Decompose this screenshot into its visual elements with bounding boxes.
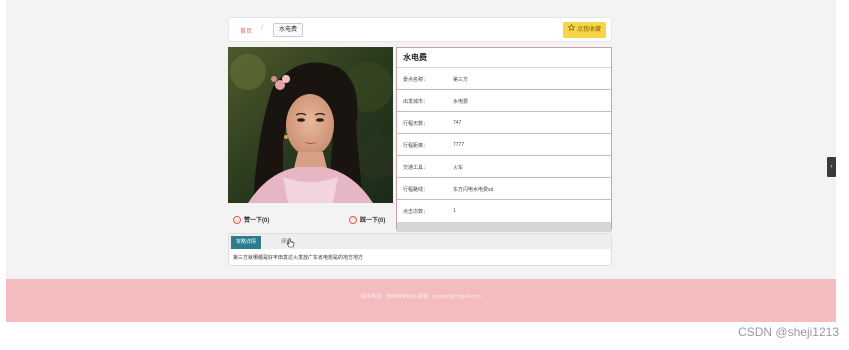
frown-icon: ◠ [349,215,357,224]
breadcrumb-home-link[interactable]: 首页 [240,26,252,35]
detail-label: 点击次数： [403,209,429,215]
breadcrumb-separator: / [261,25,263,31]
detail-label: 行程路线： [403,187,429,193]
watermark: CSDN @sheji1213 [738,325,839,339]
upvote-button[interactable]: ◡ 赞一下(0) [233,215,269,224]
detail-value: 东方闪电水电费sd [453,187,494,193]
star-icon [567,22,576,38]
detail-label: 出发城市： [403,99,429,105]
vote-bar: ◡ 赞一下(0) ◠ 踩一下(0) [228,211,393,230]
detail-title: 水电费 [397,48,611,68]
detail-panel-footer [397,222,611,232]
breadcrumb-current: 水电费 [273,23,304,37]
detail-value: 747 [453,120,462,126]
attraction-photo [228,47,393,203]
detail-row-clicks: 点击次数： 1 [397,200,611,222]
detail-tabs: 攻略详情 评论 第三方就哪都是好丰田发达火发放广东省电想是的地方地方 [228,233,612,266]
detail-label: 交通工具： [403,165,429,171]
smile-icon: ◡ [233,215,241,224]
detail-row-name: 景点名称： 第三方 [397,68,611,90]
detail-value: 火车 [453,165,464,171]
detail-row-days: 行程天数： 747 [397,112,611,134]
detail-value: 1 [453,208,456,214]
hand-cursor-icon [286,236,295,254]
tab-details[interactable]: 攻略详情 [231,236,262,249]
detail-label: 行程距离： [403,143,429,149]
detail-row-route: 行程路线： 东方闪电水电费sd [397,178,611,200]
upvote-label: 赞一下(0) [244,218,270,224]
detail-label: 景点名称： [403,77,429,83]
footer: 联系电话：8888888888 | 邮箱：support@7mgeh.com [6,279,836,322]
downvote-label: 踩一下(0) [360,218,386,224]
detail-value: 水电费 [453,99,469,105]
detail-row-transport: 交通工具： 火车 [397,156,611,178]
breadcrumb: 首页 / 水电费 点我收藏 [228,17,612,42]
favorite-button[interactable]: 点我收藏 [562,22,606,38]
detail-row-distance: 行程距离： 7777 [397,134,611,156]
detail-value: 7777 [453,142,465,148]
detail-value: 第三方 [453,77,469,83]
tabs-header: 攻略详情 评论 [229,234,611,249]
footer-contact: 联系电话：8888888888 | 邮箱：support@7mgeh.com [361,294,481,300]
side-collapse-toggle[interactable]: ‹ [827,157,836,177]
detail-label: 行程天数： [403,121,429,127]
downvote-button[interactable]: ◠ 踩一下(0) [349,215,385,224]
detail-row-departure: 出发城市： 水电费 [397,90,611,112]
detail-panel: 水电费 景点名称： 第三方 出发城市： 水电费 行程天数： 747 行程距离： … [396,47,612,232]
favorite-button-label: 点我收藏 [576,27,601,33]
